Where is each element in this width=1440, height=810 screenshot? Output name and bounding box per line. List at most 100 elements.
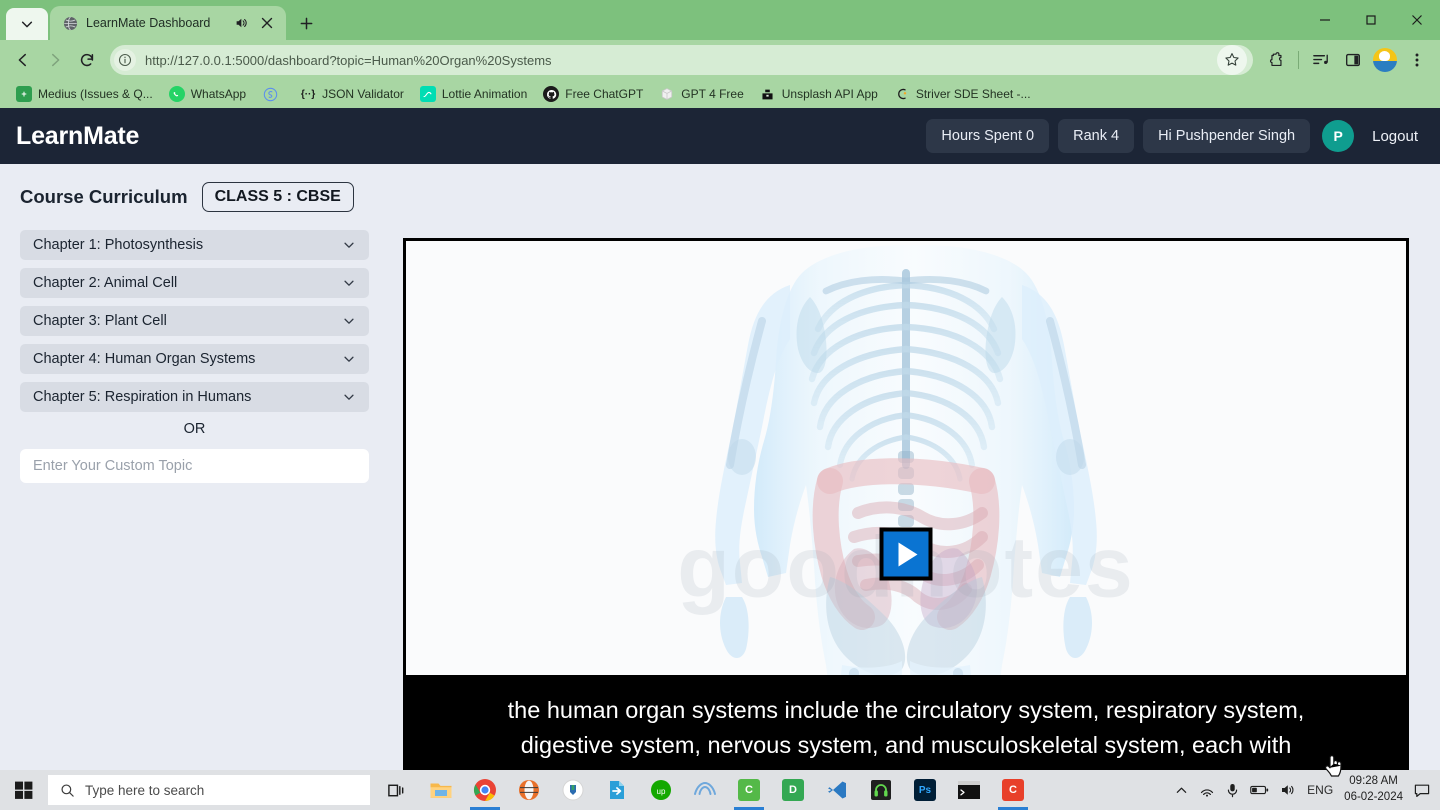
taskbar-app-photoshop[interactable]: Ps	[903, 770, 947, 810]
sidebar-item-chapter-2[interactable]: Chapter 2: Animal Cell	[20, 268, 369, 298]
profile-avatar[interactable]	[1370, 45, 1400, 75]
taskbar-search[interactable]: Type here to search	[48, 775, 370, 805]
new-tab-button[interactable]	[292, 9, 320, 37]
bookmark-free-chatgpt[interactable]: Free ChatGPT	[535, 84, 651, 104]
address-bar[interactable]: http://127.0.0.1:5000/dashboard?topic=Hu…	[110, 45, 1253, 75]
bookmark-striver-sde[interactable]: Striver SDE Sheet -...	[886, 84, 1039, 104]
browser-toolbar: http://127.0.0.1:5000/dashboard?topic=Hu…	[0, 40, 1440, 80]
taskbar-app-vscode[interactable]	[815, 770, 859, 810]
taskbar-app-audacity[interactable]	[859, 770, 903, 810]
window-controls	[1302, 0, 1440, 40]
sidebar-item-chapter-5[interactable]: Chapter 5: Respiration in Humans	[20, 382, 369, 412]
reload-icon[interactable]	[72, 45, 102, 75]
minimize-button[interactable]	[1302, 0, 1348, 40]
json-icon: {··}	[300, 88, 316, 100]
close-window-button[interactable]	[1394, 0, 1440, 40]
curriculum-header: Course Curriculum CLASS 5 : CBSE	[20, 182, 369, 212]
greeting-badge[interactable]: Hi Pushpender Singh	[1143, 119, 1311, 153]
windows-taskbar: Type here to search up C D Ps C ENG 09:2…	[0, 770, 1440, 810]
wifi-icon[interactable]	[1199, 783, 1215, 797]
custom-topic-input[interactable]	[20, 449, 369, 483]
bookmark-star-icon[interactable]	[1217, 45, 1247, 75]
taskbar-app-camtasia[interactable]: C	[727, 770, 771, 810]
taskbar-app-file-explorer[interactable]	[419, 770, 463, 810]
task-view-button[interactable]	[374, 770, 419, 810]
side-panel-icon[interactable]	[1338, 45, 1368, 75]
taskbar-app-upwork[interactable]: up	[639, 770, 683, 810]
browser-tab[interactable]: LearnMate Dashboard	[50, 6, 286, 40]
bookmark-json-validator[interactable]: {··} JSON Validator	[292, 84, 412, 104]
terminal-icon	[958, 781, 980, 799]
taskbar-app-docs[interactable]: D	[771, 770, 815, 810]
rank-badge[interactable]: Rank 4	[1058, 119, 1135, 153]
taskbar-app-terminal[interactable]	[947, 770, 991, 810]
extensions-icon[interactable]	[1261, 45, 1291, 75]
svg-text:up: up	[657, 787, 666, 796]
system-tray: ENG 09:28 AM 06-02-2024	[1175, 774, 1440, 805]
whatsapp-icon	[168, 86, 185, 102]
avatar[interactable]: P	[1322, 120, 1355, 152]
media-playlist-icon[interactable]	[1306, 45, 1336, 75]
bookmark-label: JSON Validator	[322, 87, 404, 101]
bookmark-label: Medius (Issues & Q...	[38, 87, 153, 101]
bookmark-lottie[interactable]: Lottie Animation	[412, 84, 535, 104]
app-brand: LearnMate	[16, 121, 140, 150]
tab-search-button[interactable]	[6, 8, 48, 40]
site-info-icon[interactable]	[114, 49, 136, 71]
bookmark-label: Unsplash API App	[781, 87, 878, 101]
taskbar-app-framer[interactable]	[683, 770, 727, 810]
tray-date: 06-02-2024	[1344, 791, 1403, 803]
chapter-label: Chapter 2: Animal Cell	[33, 275, 178, 291]
volume-icon[interactable]	[1280, 783, 1296, 797]
caption-line-2: digestive system, nervous system, and mu…	[520, 731, 1292, 758]
browser-window: LearnMate Dashboard http://127.0.0.1:500…	[0, 0, 1440, 810]
chevron-down-icon	[344, 280, 354, 286]
file-explorer-icon	[430, 783, 452, 798]
sidebar-item-chapter-4[interactable]: Chapter 4: Human Organ Systems	[20, 344, 369, 374]
tray-clock[interactable]: 09:28 AM 06-02-2024	[1344, 774, 1403, 805]
bookmark-gpt4-free[interactable]: GPT 4 Free	[651, 84, 751, 104]
start-button[interactable]	[0, 770, 48, 810]
forward-icon[interactable]	[40, 45, 70, 75]
hours-spent-badge[interactable]: Hours Spent 0	[926, 119, 1050, 153]
upwork-icon: up	[651, 780, 671, 800]
url-text: http://127.0.0.1:5000/dashboard?topic=Hu…	[145, 52, 552, 68]
web-page: LearnMate Hours Spent 0 Rank 4 Hi Pushpe…	[0, 108, 1440, 778]
show-hidden-icons-chevron[interactable]	[1175, 784, 1188, 797]
taskbar-app-opera[interactable]	[507, 770, 551, 810]
notifications-icon[interactable]	[1414, 783, 1430, 798]
audacity-icon	[871, 780, 891, 800]
taskbar-app-file-transfer[interactable]	[595, 770, 639, 810]
docs-icon: D	[782, 779, 804, 801]
opera-icon	[519, 780, 539, 800]
video-player[interactable]: goodnotes the human organ systems includ…	[403, 238, 1409, 778]
play-button[interactable]	[879, 527, 933, 581]
bookmark-medius[interactable]: + Medius (Issues & Q...	[8, 84, 161, 104]
tab-strip: LearnMate Dashboard	[0, 0, 1440, 40]
bookmark-whatsapp[interactable]: WhatsApp	[161, 84, 254, 104]
chrome-menu-icon[interactable]	[1402, 45, 1432, 75]
bookmark-label: GPT 4 Free	[681, 87, 744, 101]
speaker-icon[interactable]	[232, 14, 250, 32]
taskbar-app-camtasia-red[interactable]: C	[991, 770, 1035, 810]
app-header: LearnMate Hours Spent 0 Rank 4 Hi Pushpe…	[0, 108, 1440, 164]
battery-icon[interactable]	[1250, 784, 1269, 796]
back-icon[interactable]	[8, 45, 38, 75]
camtasia-icon: C	[738, 779, 760, 801]
maximize-button[interactable]	[1348, 0, 1394, 40]
windows-icon	[15, 781, 33, 799]
logout-button[interactable]: Logout	[1372, 128, 1418, 145]
microphone-icon[interactable]	[1226, 783, 1239, 798]
bookmark-unnamed[interactable]	[254, 84, 292, 104]
sidebar-item-chapter-1[interactable]: Chapter 1: Photosynthesis	[20, 230, 369, 260]
class-badge[interactable]: CLASS 5 : CBSE	[201, 182, 354, 212]
chevron-down-icon	[344, 318, 354, 324]
bookmark-unsplash[interactable]: Unsplash API App	[752, 84, 886, 104]
taskbar-app-chrome[interactable]	[463, 770, 507, 810]
plus-icon	[300, 17, 312, 29]
chapter-label: Chapter 1: Photosynthesis	[33, 237, 204, 253]
sidebar-item-chapter-3[interactable]: Chapter 3: Plant Cell	[20, 306, 369, 336]
close-icon[interactable]	[258, 14, 276, 32]
tray-language[interactable]: ENG	[1307, 783, 1333, 797]
taskbar-app-blue-circle[interactable]	[551, 770, 595, 810]
